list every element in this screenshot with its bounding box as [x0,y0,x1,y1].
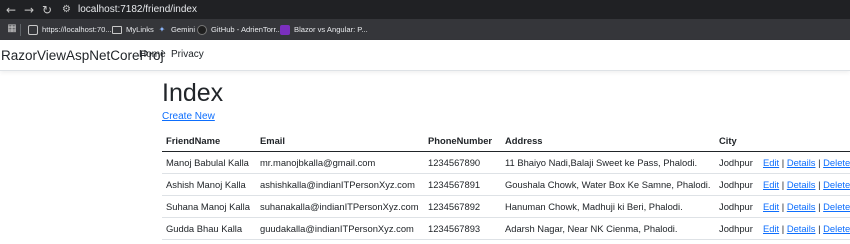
bookmark-mylinks[interactable]: MyLinks [112,23,154,36]
phone-cell: 1234567892 [428,201,481,212]
bookmark-github[interactable]: GitHub - AdrienTorr... [197,23,282,36]
row-actions: Edit | Details | Delete [763,201,850,213]
browser-toolbar: ← → ↻ ⚙ localhost:7182/friend/index [0,0,850,19]
gemini-icon: ✦ [158,24,166,34]
app-navbar: RazorViewAspNetCoreProj Home Privacy [0,40,850,71]
bookmarks-bar: ▦ https://localhost:70... MyLinks ✦ Gemi… [0,19,850,40]
bookmark-label: Gemini [171,25,196,34]
friend-name-cell: Ashish Manoj Kalla [166,179,246,190]
email-cell: mr.manojbkalla@gmail.com [260,157,376,168]
action-separator: | [818,179,821,190]
back-icon[interactable]: ← [4,3,18,17]
folder-icon [112,25,122,34]
column-header-city: City [719,135,737,146]
phone-cell: 1234567890 [428,157,481,168]
bookmark-label: Blazor vs Angular: P... [294,25,368,34]
friend-name-cell: Manoj Babulal Kalla [166,157,249,168]
edit-link[interactable]: Edit [763,201,779,212]
city-cell: Jodhpur [719,179,753,190]
address-cell: Hanuman Chowk, Madhuji ki Beri, Phalodi. [505,201,683,212]
action-separator: | [818,223,821,234]
bookmarks-separator [20,24,21,36]
forward-icon[interactable]: → [22,3,36,17]
email-cell: ashishkalla@indianITPersonXyz.com [260,179,415,190]
bookmark-blazor[interactable]: Blazor vs Angular: P... [280,23,368,36]
phone-cell: 1234567891 [428,179,481,190]
address-bar[interactable]: localhost:7182/friend/index [78,3,197,17]
city-cell: Jodhpur [719,223,753,234]
delete-link[interactable]: Delete [823,179,850,190]
column-header-address: Address [505,135,543,146]
column-header-friendname: FriendName [166,135,221,146]
nav-link-home[interactable]: Home [139,48,166,62]
table-row: Ashish Manoj Kalla ashishkalla@indianITP… [162,174,850,196]
address-cell: Goushala Chowk, Water Box Ke Samne, Phal… [505,179,711,190]
action-separator: | [781,179,785,190]
delete-link[interactable]: Delete [823,157,850,168]
delete-link[interactable]: Delete [823,223,850,234]
action-separator: | [818,157,821,168]
address-cell: 11 Bhaiyo Nadi,Balaji Sweet ke Pass, Pha… [505,157,698,168]
edit-link[interactable]: Edit [763,157,779,168]
email-cell: guudakalla@indianITPersonXyz.com [260,223,414,234]
column-header-email: Email [260,135,286,146]
row-actions: Edit | Details | Delete [763,223,850,235]
github-icon [197,24,207,35]
page-icon [28,24,38,35]
bookmark-label: GitHub - AdrienTorr... [211,25,282,34]
details-link[interactable]: Details [787,179,816,190]
email-cell: suhanakalla@indianITPersonXyz.com [260,201,419,212]
details-link[interactable]: Details [787,157,816,168]
friend-name-cell: Gudda Bhau Kalla [166,223,243,234]
row-actions: Edit | Details | Delete [763,179,850,191]
column-header-phonenumber: PhoneNumber [428,135,493,146]
site-info-icon[interactable]: ⚙ [60,3,73,16]
bookmark-gemini[interactable]: ✦ Gemini [157,23,195,36]
bookmark-label: https://localhost:70... [42,25,112,34]
page-title: Index [162,79,224,107]
table-header: FriendName Email PhoneNumber Address Cit… [162,130,850,152]
action-separator: | [781,201,785,212]
site-icon [280,24,290,35]
action-separator: | [818,201,821,212]
create-new-link[interactable]: Create New [162,110,215,123]
bookmark-label: MyLinks [126,25,154,34]
city-cell: Jodhpur [719,157,753,168]
address-cell: Adarsh Nagar, Near NK Cienma, Phalodi. [505,223,678,234]
edit-link[interactable]: Edit [763,223,779,234]
details-link[interactable]: Details [787,223,816,234]
details-link[interactable]: Details [787,201,816,212]
friend-name-cell: Suhana Manoj Kalla [166,201,250,212]
reload-icon[interactable]: ↻ [40,3,54,17]
table-row: Gudda Bhau Kalla guudakalla@indianITPers… [162,218,850,240]
action-separator: | [781,223,785,234]
bookmark-localhost[interactable]: https://localhost:70... [28,23,112,36]
row-actions: Edit | Details | Delete [763,157,850,169]
apps-grid-icon[interactable]: ▦ [5,22,19,36]
delete-link[interactable]: Delete [823,201,850,212]
nav-link-privacy[interactable]: Privacy [171,48,204,62]
city-cell: Jodhpur [719,201,753,212]
table-row: Manoj Babulal Kalla mr.manojbkalla@gmail… [162,152,850,174]
edit-link[interactable]: Edit [763,179,779,190]
phone-cell: 1234567893 [428,223,481,234]
table-row: Suhana Manoj Kalla suhanakalla@indianITP… [162,196,850,218]
action-separator: | [781,157,785,168]
